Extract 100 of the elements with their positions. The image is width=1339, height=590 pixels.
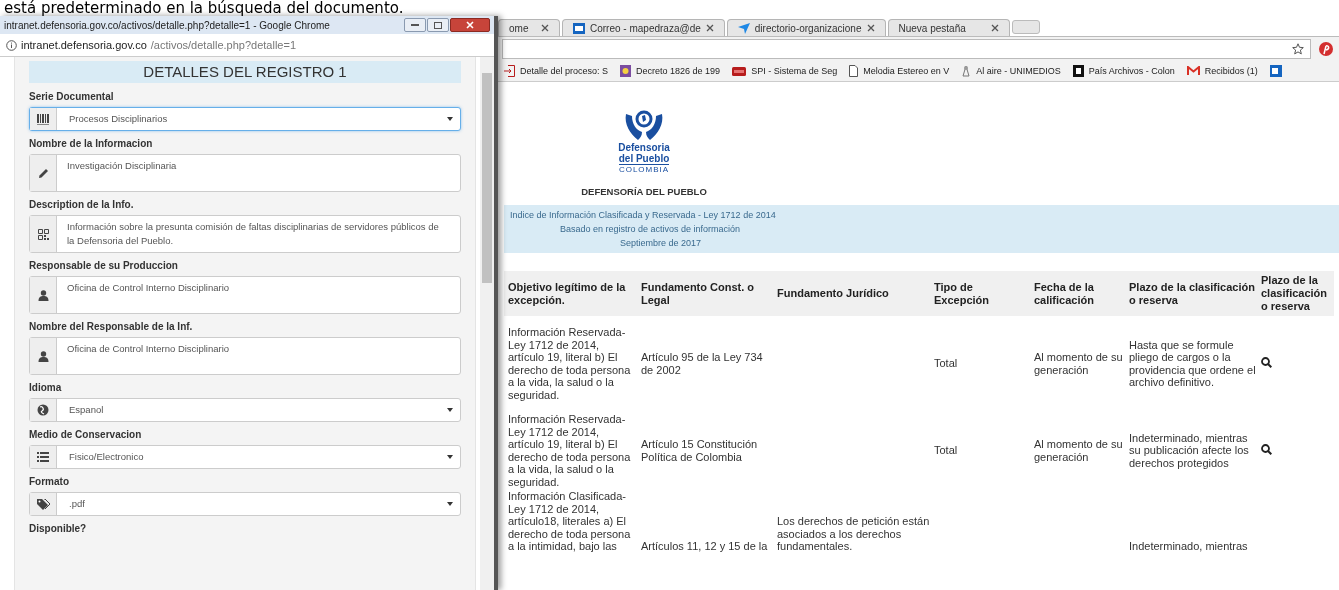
tags-icon (36, 498, 50, 510)
tower-icon (961, 65, 972, 77)
envelope-icon (1186, 66, 1200, 76)
table-cell: Información Reservada- Ley 1712 de 2014, artículo 19, literal b) El derecho de toda persona a la vida, la salud o la seguridad. (508, 413, 631, 488)
table-cell: Al momento de su generación (1034, 351, 1123, 376)
user-icon (37, 350, 49, 362)
bookmark-item[interactable]: Detalle del proceso: S (504, 65, 609, 77)
table-cell: Información Clasificada- Ley 1712 de 2014, artículo18, literales a) El derecho de toda persona a la intimidad, bajo las (508, 490, 631, 552)
mail-icon (573, 22, 585, 34)
field-value: Información sobre la presunta comisión de faltas disciplinarias de servidores públicos de la Defensoria del Pueblo. (66, 220, 440, 248)
logo-text: del Pueblo (618, 153, 670, 164)
field-value: Oficina de Control Interno Disciplinario (66, 281, 231, 295)
door-icon (504, 65, 515, 77)
field-label: Nombre de la Informacion (29, 138, 154, 149)
column-header: Tipo de Excepción (934, 280, 991, 307)
url-path: /activos/detalle.php?detalle=1 (150, 39, 296, 51)
table-cell: Los derechos de petición están asociados a los derechos fundamentales. (777, 515, 930, 552)
close-icon[interactable] (990, 24, 999, 32)
maximize-button[interactable] (427, 18, 449, 32)
text-area[interactable]: Investigación Disciplinaria (29, 154, 461, 192)
banner-text: Septiembre de 2017 (619, 237, 703, 250)
bookmark-item[interactable]: Recibidos (1) (1186, 66, 1258, 76)
table-cell: Total (934, 357, 958, 370)
select-field[interactable]: .pdf (29, 492, 461, 516)
bookmark-item[interactable]: SPI - Sistema de Seg (732, 66, 838, 76)
browser-tab[interactable]: Nueva pestaña (887, 19, 1010, 36)
url-host: intranet.defensoria.gov.co (21, 39, 147, 51)
logo-text: COLOMBIA (618, 164, 670, 174)
browser-tab[interactable]: Correo - mapedraza@de (562, 19, 725, 36)
field-value: Investigación Disciplinaria (66, 159, 178, 173)
close-icon[interactable] (705, 24, 714, 32)
caption-text: está predeterminado en la búsqueda del documento. (3, 0, 405, 16)
search-icon[interactable] (1261, 443, 1272, 455)
list-icon (37, 452, 49, 462)
field-label: Responsable de su Produccion (29, 260, 179, 271)
column-header: Plazo de la clasificación o reserva (1261, 274, 1329, 313)
select-field[interactable]: Espanol (29, 398, 461, 422)
field-value: .pdf (68, 497, 86, 511)
page-icon (849, 65, 859, 77)
browser-tab[interactable]: ome (498, 19, 560, 36)
close-icon[interactable] (541, 24, 549, 32)
column-header: Fundamento Jurídico (777, 287, 890, 300)
caret-icon (447, 455, 453, 459)
form-heading: DETALLES DEL REGISTRO 1 (29, 61, 461, 83)
bookmark-item[interactable]: Melodia Estereo en V (849, 65, 950, 77)
pencil-icon (37, 167, 49, 179)
qrcode-icon (37, 228, 49, 240)
field-label: Description de la Info. (29, 199, 135, 210)
text-area[interactable]: Oficina de Control Interno Disciplinario (29, 337, 461, 375)
table-cell: Artículo 15 Constitución Política de Colombia (641, 438, 758, 463)
barcode-icon (37, 113, 49, 125)
text-area[interactable]: Oficina de Control Interno Disciplinario (29, 276, 461, 314)
banner-text: Basado en registro de activos de información (559, 223, 742, 236)
address-bar[interactable]: intranet.defensoria.gov.co /activos/detalle.php?detalle=1 (0, 34, 494, 57)
field-label: Medio de Conservacion (29, 429, 143, 440)
minimize-button[interactable] (404, 18, 426, 32)
field-value: Oficina de Control Interno Disciplinario (66, 342, 231, 356)
search-icon[interactable] (1261, 356, 1272, 368)
table-cell: Indeterminado, mientras su publicación afecte los derechos protegidos (1129, 431, 1249, 469)
caret-icon (447, 502, 453, 506)
arrow-icon (737, 22, 750, 34)
field-label: Idioma (29, 382, 63, 393)
banner-text: Indice de Información Clasificada y Reservada - Ley 1712 de 2014 (509, 209, 777, 222)
field-label: Serie Documental (29, 91, 115, 102)
field-label: Formato (29, 476, 70, 487)
globe-icon (37, 404, 49, 416)
text-area[interactable]: Información sobre la presunta comisión de faltas disciplinarias de servidores públicos de la Defensoria del Pueblo. (29, 215, 461, 253)
bookmark-item[interactable]: País Archivos - Colon (1072, 65, 1175, 77)
maximize-icon (434, 21, 442, 29)
table-cell: Artículos 11, 12 y 15 de la (641, 540, 768, 552)
select-field[interactable]: Procesos Disciplinarios (29, 107, 461, 131)
scrollbar[interactable] (480, 57, 494, 590)
field-value: Procesos Disciplinarios (68, 112, 169, 126)
seal-icon (620, 65, 632, 77)
table-cell: Al momento de su generación (1034, 438, 1123, 463)
select-field[interactable]: Fisico/Electronico (29, 445, 461, 469)
table-cell: Información Reservada- Ley 1712 de 2014, artículo 19, literal b) El derecho de toda persona a la vida, la salud o la seguridad. (508, 326, 631, 401)
caret-icon (447, 117, 453, 121)
star-icon[interactable] (1292, 43, 1304, 55)
bookmark-item[interactable]: Al aire - UNIMEDIOS (961, 65, 1061, 77)
field-value: Espanol (68, 403, 105, 417)
column-header: Fecha de la calificación (1034, 280, 1095, 307)
table-cell: Total (934, 444, 958, 457)
organization-name: DEFENSORÍA DEL PUEBLO (580, 186, 708, 197)
info-icon (6, 39, 17, 51)
close-icon (466, 21, 474, 29)
favicon-icon (1072, 65, 1084, 77)
table-cell: Hasta que se formule pliego de cargos o la providencia que ordene el archivo definitivo. (1129, 338, 1256, 388)
close-icon[interactable] (866, 24, 875, 32)
user-icon (37, 289, 49, 301)
column-header: Plazo de la clasificación o reserva (1129, 280, 1256, 307)
column-header: Objetivo legítimo de la excepción. (508, 280, 627, 307)
browser-tab[interactable]: directorio-organizacione (726, 19, 886, 36)
mail-icon[interactable] (1269, 65, 1282, 77)
field-label: Nombre del Responsable de la Inf. (29, 321, 194, 332)
bookmark-item[interactable]: Decreto 1826 de 199 (620, 65, 721, 77)
table-cell: Artículo 95 de la Ley 734 de 2002 (641, 351, 763, 376)
caret-icon (447, 408, 453, 412)
pin-icon[interactable] (1319, 42, 1333, 56)
close-button[interactable] (450, 18, 490, 32)
